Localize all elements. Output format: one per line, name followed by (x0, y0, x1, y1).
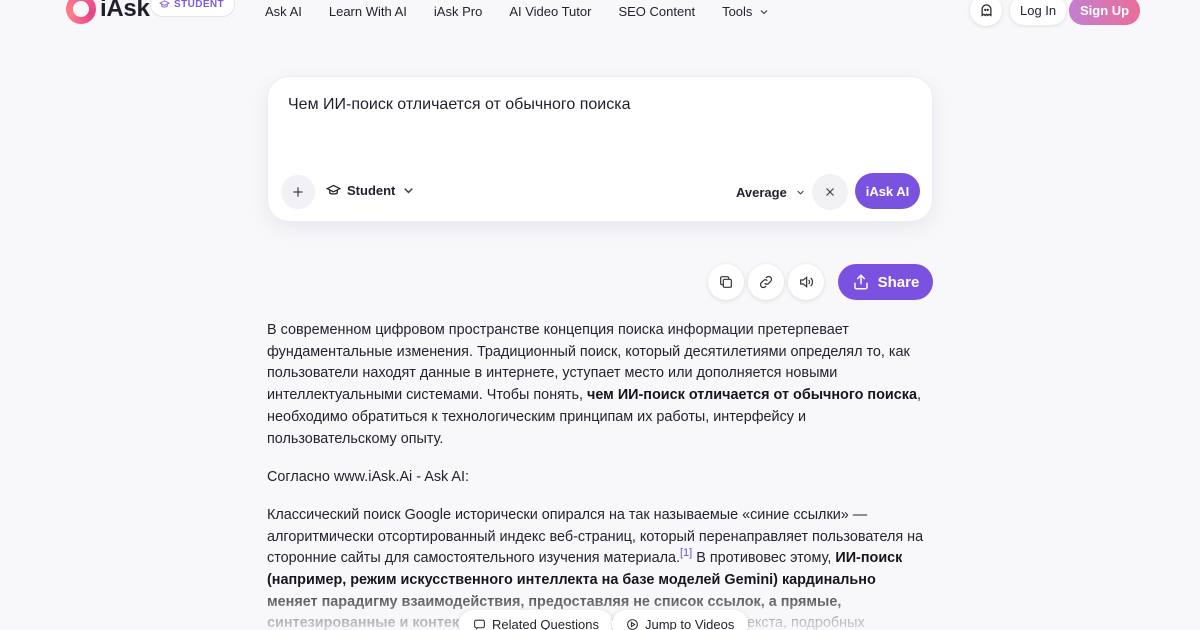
nav-iask-pro[interactable]: iAsk Pro (434, 4, 482, 19)
article-paragraph: В современном цифровом пространстве конц… (267, 320, 927, 450)
chevron-down-icon (404, 188, 414, 194)
p1-bold: чем ИИ-поиск отличается от обычного поис… (587, 387, 917, 404)
plus-icon (293, 187, 303, 197)
nav-ai-video-tutor[interactable]: AI Video Tutor (509, 4, 591, 19)
query-card: Чем ИИ-поиск отличается от обычного поис… (267, 76, 933, 222)
chevron-down-icon (760, 9, 768, 14)
logo-ring-icon (66, 0, 96, 24)
share-button[interactable]: Share (838, 264, 933, 300)
speaker-icon (800, 276, 813, 288)
jump-to-videos-button[interactable]: Jump to Videos (612, 610, 749, 630)
link-icon (759, 275, 773, 289)
mode-selector[interactable]: Student (326, 183, 416, 198)
graduation-cap-icon (326, 184, 341, 195)
copy-link-button[interactable] (748, 264, 784, 300)
related-questions-label: Related Questions (492, 616, 599, 630)
clear-query-button[interactable] (812, 174, 848, 210)
chat-bubble-icon (474, 619, 485, 630)
source-attribution: Согласно www.iAsk.Ai - Ask AI: (267, 468, 470, 485)
student-badge-label: STUDENT (174, 0, 225, 10)
nav-seo-content[interactable]: SEO Content (618, 4, 695, 19)
submit-query-button[interactable]: iAsk AI (855, 173, 920, 209)
nav-ask-ai[interactable]: Ask AI (265, 4, 302, 19)
close-icon (826, 188, 834, 196)
copy-button[interactable] (708, 264, 744, 300)
signup-button[interactable]: Sign Up (1069, 0, 1141, 25)
main-nav: Ask AI Learn With AI iAsk Pro AI Video T… (265, 4, 797, 19)
login-button[interactable]: Log In (1010, 0, 1067, 25)
logo-text: iAsk (100, 0, 150, 22)
chevron-down-icon (797, 190, 804, 195)
add-attachment-button[interactable] (281, 175, 315, 209)
citation-link[interactable]: [1] (680, 548, 692, 560)
jump-to-videos-label: Jump to Videos (645, 616, 735, 630)
answer-article: В современном цифровом пространстве конц… (267, 320, 927, 630)
ghost-icon (981, 3, 991, 17)
nav-learn-with-ai[interactable]: Learn With AI (329, 4, 407, 19)
graduation-cap-icon (159, 0, 170, 8)
query-input[interactable]: Чем ИИ-поиск отличается от обычного поис… (288, 96, 630, 114)
top-header: iAsk STUDENT Ask AI Learn With AI iAsk P… (0, 0, 1200, 26)
share-icon (853, 274, 868, 290)
read-aloud-button[interactable] (788, 264, 824, 300)
level-selector[interactable]: Average (736, 185, 806, 200)
notifications-button[interactable] (970, 0, 1002, 26)
related-questions-button[interactable]: Related Questions (459, 610, 613, 630)
student-badge: STUDENT (150, 0, 236, 17)
nav-tools[interactable]: Tools (722, 4, 770, 19)
p3-text-mid: В противовес этому, (692, 550, 836, 567)
copy-icon (720, 276, 732, 288)
play-circle-icon (627, 618, 638, 630)
level-selector-label: Average (736, 185, 787, 200)
mode-selector-label: Student (347, 183, 396, 198)
iask-logo[interactable]: iAsk (66, 0, 150, 24)
nav-tools-label: Tools (722, 4, 753, 19)
share-button-label: Share (877, 273, 920, 291)
